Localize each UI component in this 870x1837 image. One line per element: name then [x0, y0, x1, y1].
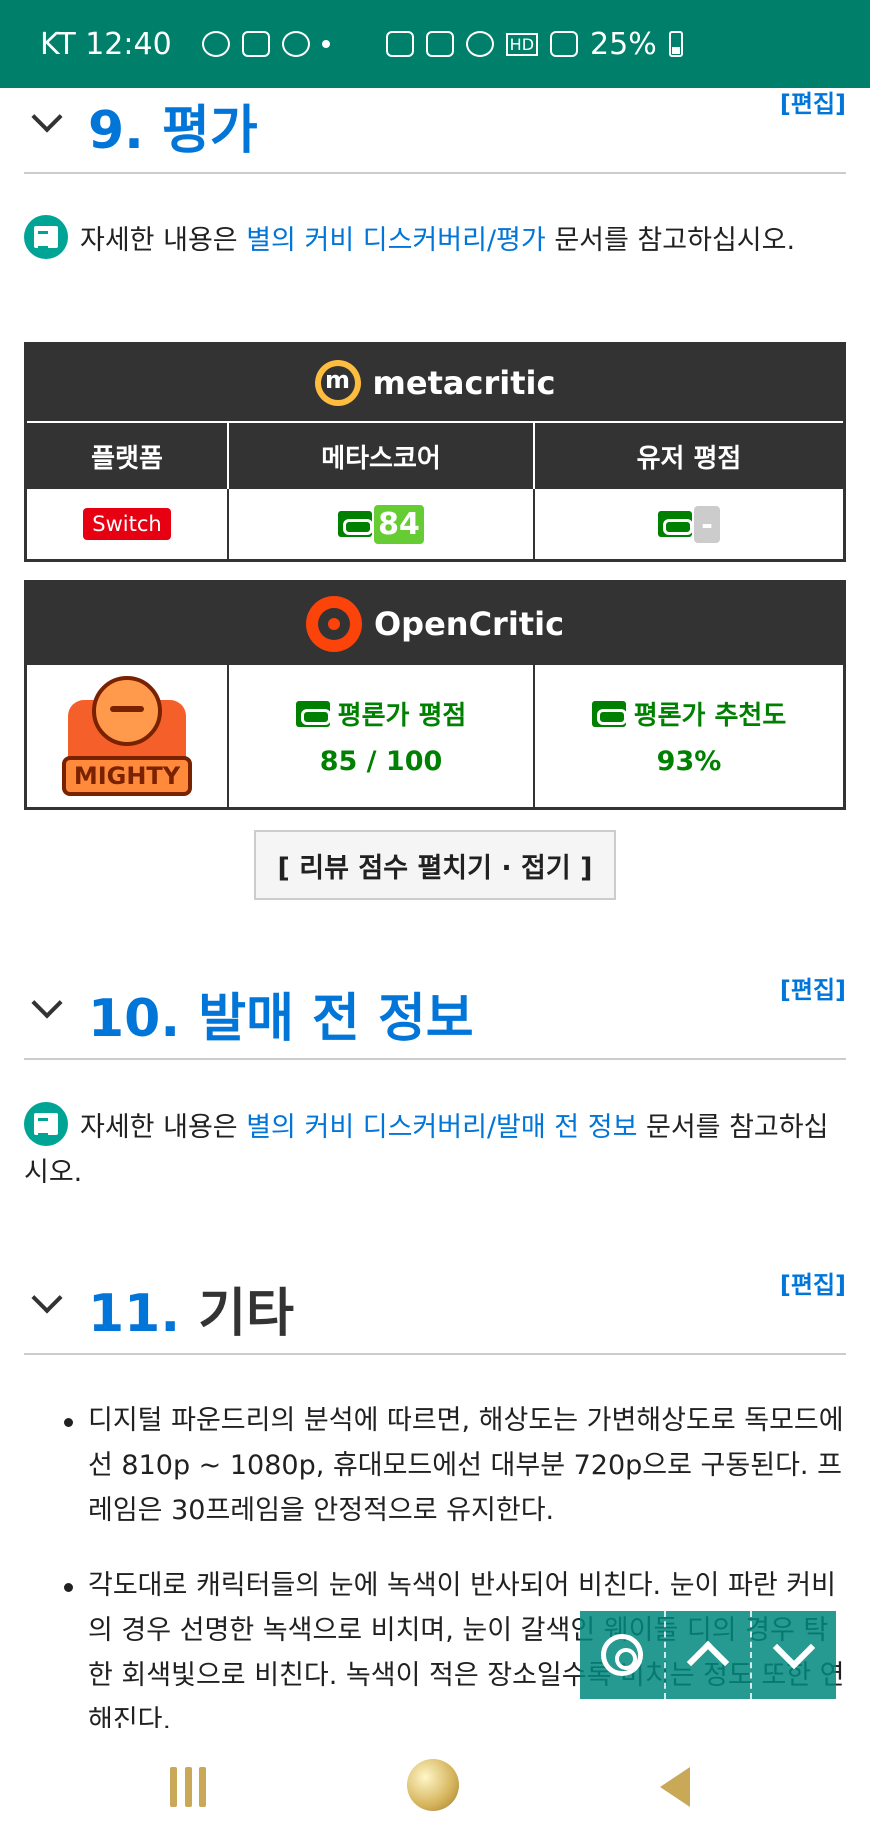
chevron-up-icon [686, 1640, 730, 1684]
header-user-score: 유저 평점 [636, 443, 742, 474]
metacritic-table: m metacritic 플랫폼 메타스코어 유저 평점 Switch 84 - [24, 342, 846, 562]
section-10-title: 10. 발매 전 정보 [88, 989, 474, 1049]
home-button[interactable] [407, 1759, 459, 1811]
metacritic-header: m metacritic [27, 345, 843, 421]
opencritic-table: OpenCritic MIGHTY 평론가 평점 85 / 100 평론가 추천… [24, 580, 846, 810]
edit-link[interactable]: [편집] [780, 970, 846, 1005]
critic-score-cell[interactable]: 평론가 평점 85 / 100 [229, 665, 535, 807]
see-also-note: 자세한 내용은 별의 커비 디스커버리/평가 문서를 참고하십시오. [24, 215, 850, 263]
opencritic-header: OpenCritic [27, 583, 843, 665]
document-icon [24, 215, 68, 259]
hd-icon: HD [505, 32, 539, 56]
document-icon [24, 1102, 68, 1146]
settings-button[interactable] [580, 1611, 666, 1699]
header-platform: 플랫폼 [27, 423, 229, 489]
status-time: KT 12:40 [40, 26, 172, 62]
metacritic-column-headers: 플랫폼 메타스코어 유저 평점 [27, 421, 843, 489]
critic-recommend-value: 93% [656, 746, 722, 777]
key-icon [385, 31, 414, 57]
wifi-icon [465, 31, 494, 57]
critic-score-value: 85 / 100 [319, 746, 443, 777]
link-icon [338, 511, 374, 537]
mute-icon [425, 31, 454, 57]
section-11-title: 11. 기타 [88, 1284, 294, 1344]
metascore-value: 84 [374, 504, 424, 544]
see-also-note: 자세한 내용은 별의 커비 디스커버리/발매 전 정보 문서를 참고하십시오. [24, 1102, 850, 1195]
user-score-link[interactable]: - [535, 489, 843, 559]
section-9-heading: 9. 평가 [편집] [24, 88, 846, 174]
scroll-down-button[interactable] [752, 1611, 836, 1699]
list-item: 디지털 파운드리의 분석에 따르면, 해상도는 가변해상도로 독모드에선 810… [24, 1398, 850, 1533]
mighty-tier-icon: MIGHTY [62, 676, 192, 796]
floating-controls [580, 1611, 836, 1699]
collapse-chevron-icon[interactable] [31, 1282, 63, 1314]
battery-percent: 25% [590, 26, 657, 62]
opencritic-score-row: MIGHTY 평론가 평점 85 / 100 평론가 추천도 93% [27, 665, 843, 807]
back-button[interactable] [660, 1767, 690, 1807]
collapse-chevron-icon[interactable] [31, 987, 63, 1019]
review-toggle-button[interactable]: [ 리뷰 점수 펼치기 · 접기 ] [254, 830, 616, 900]
user-score-value: - [694, 505, 720, 543]
link-icon [591, 700, 627, 727]
link-icon [658, 511, 693, 537]
edit-link[interactable]: [편집] [780, 84, 846, 119]
metacritic-score-row: Switch 84 - [27, 489, 843, 559]
talk-icon [281, 31, 310, 57]
recent-apps-button[interactable] [170, 1767, 206, 1807]
navigation-bar [0, 1737, 870, 1837]
prerelease-doc-link[interactable]: 별의 커비 디스커버리/발매 전 정보 [246, 1112, 637, 1143]
evaluation-doc-link[interactable]: 별의 커비 디스커버리/평가 [246, 225, 546, 256]
battery-icon [668, 31, 683, 57]
collapse-chevron-icon[interactable] [31, 101, 63, 133]
switch-platform-badge: Switch [83, 508, 171, 540]
metascore-link[interactable]: 84 [229, 489, 535, 559]
scroll-up-button[interactable] [666, 1611, 752, 1699]
opencritic-logo-icon [305, 596, 362, 652]
chat-bubble-icon [201, 31, 230, 57]
section-9-title: 9. 평가 [88, 101, 258, 161]
metacritic-logo-icon: m [314, 360, 361, 406]
header-metascore: 메타스코어 [229, 423, 535, 489]
edit-link[interactable]: [편집] [780, 1265, 846, 1300]
image-icon [241, 31, 270, 57]
signal-icon [550, 31, 579, 57]
link-icon [295, 700, 331, 727]
gear-icon [601, 1634, 643, 1676]
dot-icon [321, 40, 330, 48]
section-11-heading: 11. 기타 [편집] [24, 1265, 846, 1355]
chevron-down-icon [772, 1626, 816, 1670]
critic-recommend-cell[interactable]: 평론가 추천도 93% [535, 665, 843, 807]
status-bar: KT 12:40 HD 25% [0, 0, 870, 88]
section-10-heading: 10. 발매 전 정보 [편집] [24, 970, 846, 1060]
